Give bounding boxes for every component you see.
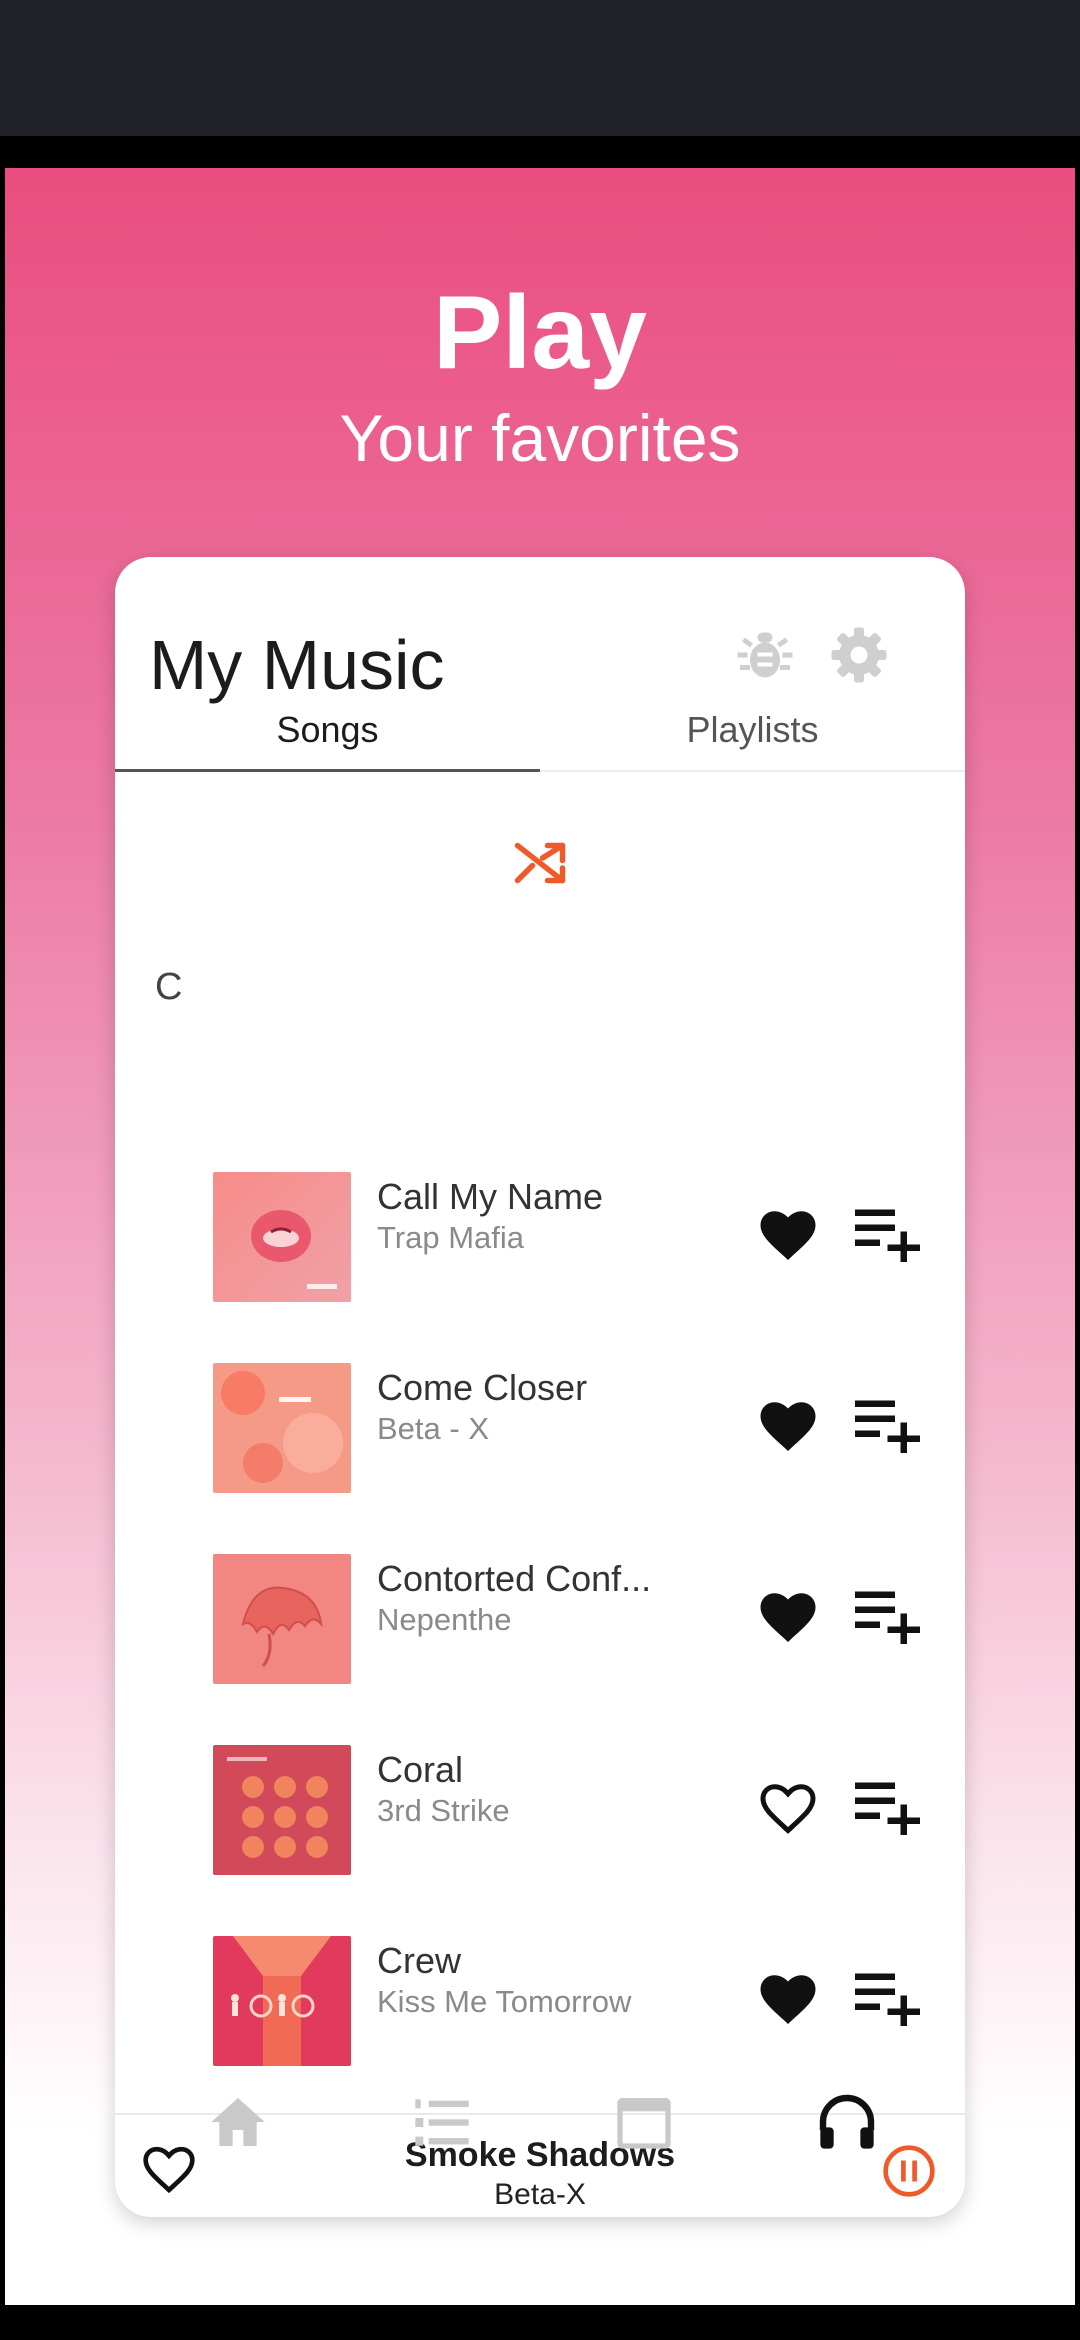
- heart-filled-icon[interactable]: [758, 1398, 818, 1454]
- album-art: [213, 1936, 351, 2066]
- album-art: [213, 1172, 351, 1302]
- tab-playlists[interactable]: Playlists: [540, 705, 965, 755]
- song-title: Call My Name: [377, 1176, 604, 1217]
- song-artist: Trap Mafia: [377, 1220, 525, 1255]
- song-row[interactable]: Crew Kiss Me Tomorrow: [115, 1936, 965, 2066]
- heart-filled-icon[interactable]: [758, 1971, 818, 2027]
- add-to-queue-icon[interactable]: [855, 1584, 925, 1644]
- song-artist: Beta - X: [377, 1411, 489, 1446]
- home-icon[interactable]: [206, 2090, 270, 2154]
- song-title: Come Closer: [377, 1367, 588, 1408]
- numbered-list-icon[interactable]: [410, 2090, 474, 2154]
- heart-outline-icon[interactable]: [758, 1780, 818, 1836]
- music-card: My Music Songs Playlists C Call My Name …: [115, 557, 965, 2217]
- add-to-queue-icon[interactable]: [855, 1775, 925, 1835]
- app-screen: Play Your favorites My Music Songs Playl…: [5, 168, 1075, 2305]
- page-title: My Music: [149, 626, 445, 704]
- shuffle-icon[interactable]: [510, 833, 570, 893]
- hero-title: Play: [433, 275, 647, 391]
- calendar-icon[interactable]: [612, 2090, 676, 2154]
- heart-filled-icon[interactable]: [758, 1589, 818, 1645]
- album-art: [213, 1745, 351, 1875]
- song-row[interactable]: Come Closer Beta - X: [115, 1363, 965, 1493]
- hero-subtitle: Your favorites: [339, 401, 741, 475]
- album-art: [213, 1363, 351, 1493]
- song-artist: Nepenthe: [377, 1602, 512, 1637]
- album-art: [213, 1554, 351, 1684]
- song-title: Crew: [377, 1940, 462, 1981]
- song-row[interactable]: Coral 3rd Strike: [115, 1745, 965, 1875]
- song-artist: Kiss Me Tomorrow: [377, 1984, 632, 2019]
- add-to-queue-icon[interactable]: [855, 1966, 925, 2026]
- section-letter: C: [155, 966, 183, 1008]
- active-tab-indicator: [115, 769, 540, 772]
- song-artist: 3rd Strike: [377, 1793, 510, 1828]
- song-title: Coral: [377, 1749, 464, 1790]
- status-bar: [0, 0, 1080, 136]
- song-title: Contorted Conf...: [377, 1558, 652, 1599]
- add-to-queue-icon[interactable]: [855, 1202, 925, 1262]
- song-row[interactable]: Contorted Conf... Nepenthe: [115, 1554, 965, 1684]
- add-to-queue-icon[interactable]: [855, 1393, 925, 1453]
- tab-songs[interactable]: Songs: [115, 705, 540, 755]
- heart-filled-icon[interactable]: [758, 1207, 818, 1263]
- headphones-icon[interactable]: [815, 2090, 879, 2154]
- song-row[interactable]: Call My Name Trap Mafia: [115, 1172, 965, 1302]
- bug-icon[interactable]: [735, 625, 795, 685]
- now-playing-artist: Beta-X: [494, 2178, 586, 2211]
- bottom-nav: [115, 2062, 965, 2182]
- gear-icon[interactable]: [829, 625, 889, 685]
